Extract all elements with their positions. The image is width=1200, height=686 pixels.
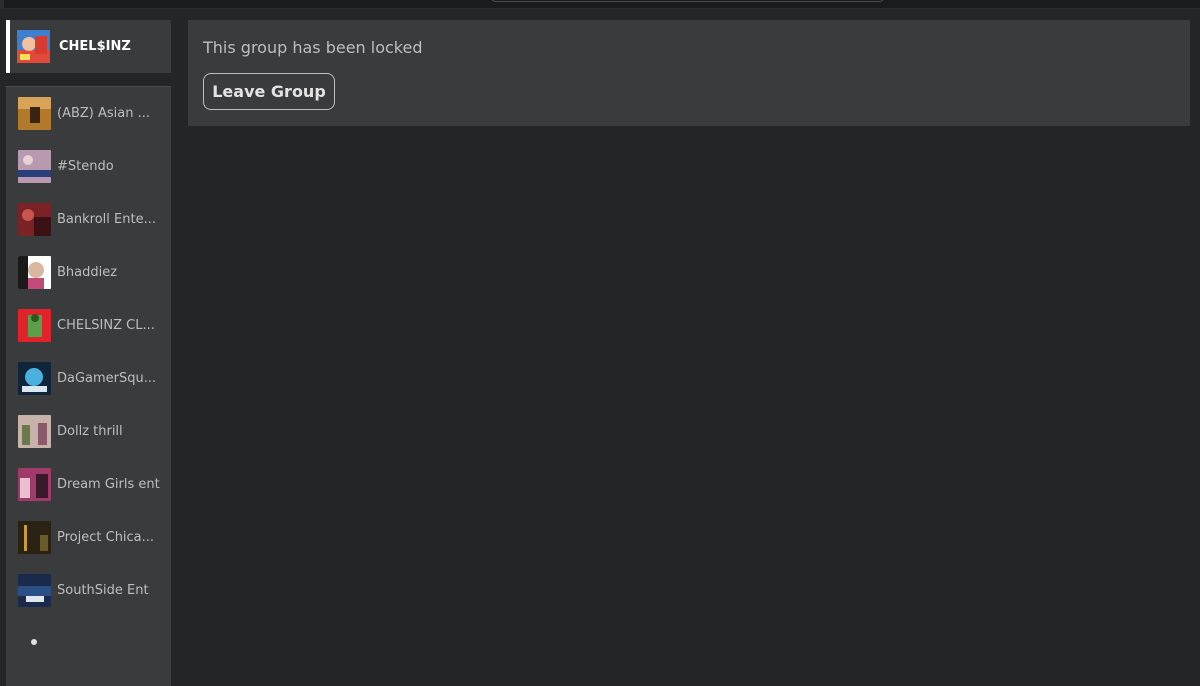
- group-name: Bhaddiez: [57, 265, 118, 280]
- group-thumbnail: [17, 30, 50, 63]
- groups-sidebar: CHEL$INZ (ABZ) Asian ... #Stendo Bankrol…: [6, 20, 171, 686]
- selected-group-name: CHEL$INZ: [59, 39, 131, 54]
- group-name: Dollz thrill: [57, 424, 123, 439]
- group-locked-panel: This group has been locked Leave Group: [188, 20, 1190, 126]
- group-item[interactable]: [6, 617, 171, 647]
- group-thumbnail: [18, 521, 51, 554]
- group-name: (ABZ) Asian ...: [57, 106, 151, 121]
- group-name: Dream Girls ent: [57, 477, 160, 492]
- group-thumbnail: [18, 150, 51, 183]
- group-thumbnail: [18, 468, 51, 501]
- group-name: Project Chica...: [57, 530, 155, 545]
- selected-group-item[interactable]: CHEL$INZ: [6, 20, 171, 73]
- group-thumbnail: [18, 256, 51, 289]
- nav-edge: [0, 0, 4, 8]
- group-thumbnail: [18, 203, 51, 236]
- group-item[interactable]: DaGamerSqu...: [6, 352, 171, 405]
- group-name: DaGamerSqu...: [57, 371, 157, 386]
- group-name: Bankroll Ente...: [57, 212, 156, 227]
- leave-group-button[interactable]: Leave Group: [203, 73, 335, 110]
- group-thumbnail: [18, 633, 51, 647]
- group-thumbnail: [18, 574, 51, 607]
- group-item[interactable]: (ABZ) Asian ...: [6, 87, 171, 140]
- group-item[interactable]: Dream Girls ent: [6, 458, 171, 511]
- top-navigation-bar: [0, 0, 1200, 9]
- group-item[interactable]: #Stendo: [6, 140, 171, 193]
- group-thumbnail: [18, 415, 51, 448]
- group-list: (ABZ) Asian ... #Stendo Bankroll Ente...…: [6, 86, 171, 686]
- search-bar-edge[interactable]: [490, 0, 885, 2]
- group-item[interactable]: CHELSINZ CL...: [6, 299, 171, 352]
- group-item[interactable]: Project Chica...: [6, 511, 171, 564]
- group-name: CHELSINZ CL...: [57, 318, 155, 333]
- group-thumbnail: [18, 97, 51, 130]
- group-thumbnail: [18, 309, 51, 342]
- group-name: #Stendo: [57, 159, 114, 174]
- group-name: SouthSide Ent: [57, 583, 149, 598]
- group-item[interactable]: Bhaddiez: [6, 246, 171, 299]
- group-item[interactable]: SouthSide Ent: [6, 564, 171, 617]
- group-thumbnail: [18, 362, 51, 395]
- group-item[interactable]: Dollz thrill: [6, 405, 171, 458]
- locked-message: This group has been locked: [203, 38, 423, 57]
- group-item[interactable]: Bankroll Ente...: [6, 193, 171, 246]
